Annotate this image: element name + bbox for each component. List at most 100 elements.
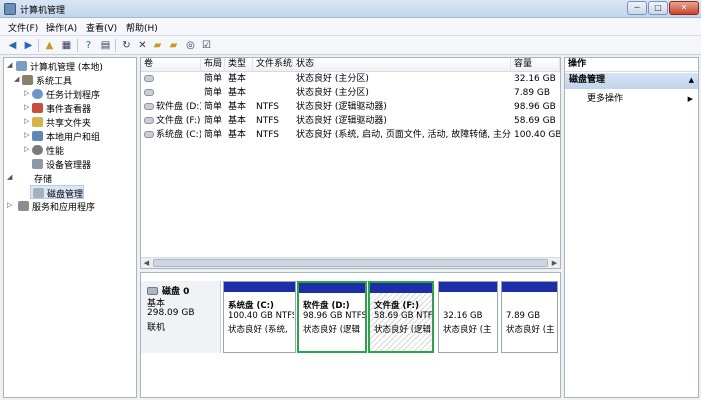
table-row[interactable]: 简单 基本 状态良好 (主分区) 32.16 GB <box>141 72 560 86</box>
toolbar-separator <box>115 39 116 52</box>
menu-bar: 文件(F) 操作(A) 查看(V) 帮助(H) <box>0 18 701 36</box>
refresh-icon[interactable]: ☑ <box>200 39 213 52</box>
collapse-arrow-icon[interactable]: ◢ <box>14 75 19 83</box>
partition-size: 58.69 GB NTF <box>374 311 432 321</box>
forward-icon[interactable]: ▶ <box>22 39 35 52</box>
partition-f[interactable]: 文件盘 (F:) 58.69 GB NTF 状态良好 (逻辑 <box>368 281 434 353</box>
menu-file[interactable]: 文件(F) <box>8 21 38 34</box>
scroll-right-icon[interactable]: ▶ <box>549 258 560 268</box>
computer-management-window: 计算机管理 ─ □ ✕ 文件(F) 操作(A) 查看(V) 帮助(H) ◀ ▶ … <box>0 0 701 400</box>
more-actions-item[interactable]: 更多操作 ▶ <box>587 92 697 106</box>
show-hide-tree-icon[interactable]: ▦ <box>60 39 73 52</box>
tree-item-local-users-groups[interactable]: ▷ 本地用户和组 <box>4 129 134 143</box>
tree-item-system-tools[interactable]: ◢ 系统工具 <box>4 73 134 87</box>
expand-arrow-icon[interactable]: ▷ <box>7 201 12 209</box>
tree-item-event-viewer[interactable]: ▷ 事件查看器 <box>4 101 134 115</box>
collapse-arrow-icon[interactable]: ◢ <box>7 173 12 181</box>
expand-arrow-icon[interactable]: ▷ <box>24 117 29 125</box>
partition-status: 状态良好 (系统, <box>228 325 288 335</box>
actions-header: 操作 <box>565 58 698 72</box>
partition-logical-bar <box>370 283 432 293</box>
column-header-type[interactable]: 类型 <box>225 58 253 72</box>
partition-title: 软件盘 (D:) <box>303 301 350 311</box>
open-folder-icon[interactable]: ▰ <box>151 39 164 52</box>
column-header-volume[interactable]: 卷 <box>141 58 201 72</box>
partition-unnamed-1[interactable]: 32.16 GB 状态良好 (主 <box>438 281 498 353</box>
disk-graphical-view: 磁盘 0 基本 298.09 GB 联机 系统盘 (C:) 100.40 GB … <box>140 272 561 398</box>
column-header-status[interactable]: 状态 <box>293 58 511 72</box>
toolbar-separator <box>38 39 39 52</box>
disk-info[interactable]: 磁盘 0 基本 298.09 GB 联机 <box>141 281 221 353</box>
partition-status: 状态良好 (主 <box>506 325 555 335</box>
close-button[interactable]: ✕ <box>669 1 699 15</box>
partition-status: 状态良好 (逻辑 <box>303 325 361 335</box>
actions-pane: 操作 磁盘管理 ▲ 更多操作 ▶ <box>564 57 699 398</box>
partition-c[interactable]: 系统盘 (C:) 100.40 GB NTFS 状态良好 (系统, <box>223 281 296 353</box>
table-row[interactable]: 文件盘 (F:) 简单 基本 NTFS 状态良好 (逻辑驱动器) 58.69 G… <box>141 114 560 128</box>
column-header-filesystem[interactable]: 文件系统 <box>253 58 293 72</box>
partition-status: 状态良好 (主 <box>443 325 492 335</box>
performance-icon <box>32 145 43 155</box>
menu-view[interactable]: 查看(V) <box>86 21 117 34</box>
horizontal-scrollbar[interactable]: ◀ ▶ <box>141 257 560 268</box>
tree-item-shared-folders[interactable]: ▷ 共享文件夹 <box>4 115 134 129</box>
expand-arrow-icon[interactable]: ▷ <box>24 131 29 139</box>
partition-size: 7.89 GB <box>506 311 541 321</box>
table-row[interactable]: 系统盘 (C:) 简单 基本 NTFS 状态良好 (系统, 启动, 页面文件, … <box>141 128 560 142</box>
disk-name: 磁盘 0 <box>162 287 190 297</box>
disk-size: 298.09 GB <box>147 308 195 318</box>
disk-type: 基本 <box>147 299 166 309</box>
minimize-button[interactable]: ─ <box>627 1 647 15</box>
partition-primary-bar <box>502 282 557 292</box>
maximize-button[interactable]: □ <box>648 1 668 15</box>
table-row[interactable]: 简单 基本 状态良好 (主分区) 7.89 GB <box>141 86 560 100</box>
delete-icon[interactable]: ✕ <box>136 39 149 52</box>
up-folder-icon[interactable]: ▲ <box>43 39 56 52</box>
connect-icon[interactable]: ↻ <box>120 39 133 52</box>
computer-management-app-icon <box>4 3 16 15</box>
partition-size: 32.16 GB <box>443 311 483 321</box>
column-header-capacity[interactable]: 容量 <box>511 58 560 72</box>
column-header-layout[interactable]: 布局 <box>201 58 225 72</box>
toolbar: ◀ ▶ ▲ ▦ ? ▤ ↻ ✕ ▰ ▰ ◎ ☑ <box>0 36 701 55</box>
properties-icon[interactable]: ▤ <box>99 39 112 52</box>
tree-item-performance[interactable]: ▷ 性能 <box>4 143 134 157</box>
services-icon <box>18 201 29 211</box>
volume-list-header: 卷 布局 类型 文件系统 状态 容量 <box>141 58 560 72</box>
scrollbar-thumb[interactable] <box>153 259 548 267</box>
tree-item-storage[interactable]: ◢ 存储 <box>4 171 134 185</box>
table-row[interactable]: 软件盘 (D:) 简单 基本 NTFS 状态良好 (逻辑驱动器) 98.96 G… <box>141 100 560 114</box>
partition-unnamed-2[interactable]: 7.89 GB 状态良好 (主 <box>501 281 558 353</box>
expand-arrow-icon[interactable]: ▷ <box>24 103 29 111</box>
disk-management-icon <box>33 188 44 198</box>
disk-state: 联机 <box>147 323 166 333</box>
partition-status: 状态良好 (逻辑 <box>374 325 432 335</box>
partition-title: 文件盘 (F:) <box>374 301 419 311</box>
menu-action[interactable]: 操作(A) <box>46 21 77 34</box>
partition-logical-bar <box>299 283 365 293</box>
menu-help[interactable]: 帮助(H) <box>126 21 158 34</box>
collapse-arrow-icon[interactable]: ◢ <box>7 61 12 69</box>
collapse-section-icon[interactable]: ▲ <box>689 73 694 88</box>
tools-icon <box>22 75 33 85</box>
search-icon[interactable]: ◎ <box>184 39 197 52</box>
export-icon[interactable]: ▰ <box>167 39 180 52</box>
tree-root[interactable]: ◢ 计算机管理 (本地) <box>4 59 134 73</box>
partition-d[interactable]: 软件盘 (D:) 98.96 GB NTFS 状态良好 (逻辑 <box>297 281 367 353</box>
device-manager-icon <box>32 159 43 169</box>
partition-size: 100.40 GB NTFS <box>228 311 294 321</box>
actions-section-disk-management[interactable]: 磁盘管理 ▲ <box>565 73 698 89</box>
hard-disk-icon <box>147 287 158 295</box>
scroll-left-icon[interactable]: ◀ <box>141 258 152 268</box>
tree-item-services-apps[interactable]: ▷ 服务和应用程序 <box>4 199 134 213</box>
back-icon[interactable]: ◀ <box>6 39 19 52</box>
expand-arrow-icon[interactable]: ▷ <box>24 145 29 153</box>
help-icon[interactable]: ? <box>82 39 95 52</box>
users-icon <box>32 131 43 141</box>
tree-item-disk-management[interactable]: 磁盘管理 <box>30 185 84 200</box>
partition-primary-bar <box>224 282 295 292</box>
expand-arrow-icon[interactable]: ▷ <box>24 89 29 97</box>
title-bar: 计算机管理 ─ □ ✕ <box>0 0 701 18</box>
tree-item-device-manager[interactable]: 设备管理器 <box>4 157 134 171</box>
tree-item-task-scheduler[interactable]: ▷ 任务计划程序 <box>4 87 134 101</box>
